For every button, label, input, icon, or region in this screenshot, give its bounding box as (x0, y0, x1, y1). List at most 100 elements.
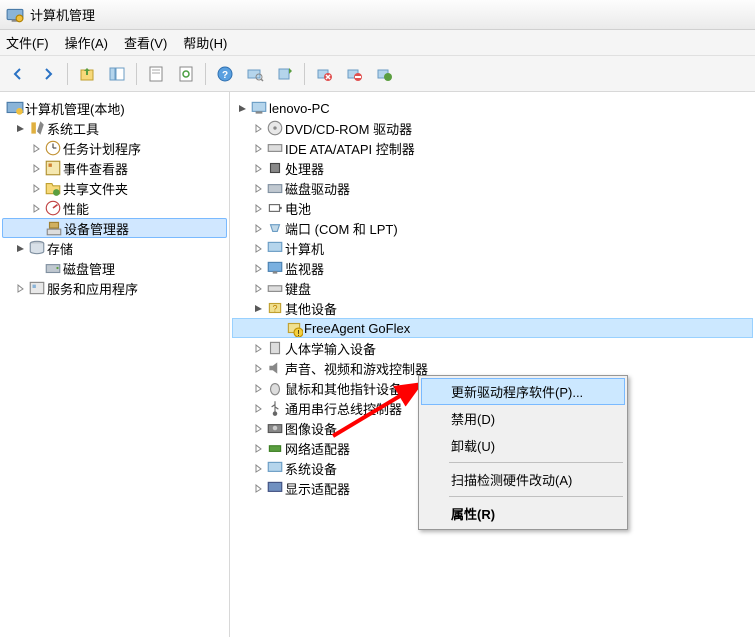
expand-icon[interactable] (252, 362, 264, 374)
right-batteries[interactable]: 电池 (232, 198, 753, 218)
expand-icon[interactable] (30, 162, 42, 174)
keyboard-icon (266, 279, 284, 297)
properties-button[interactable] (142, 60, 170, 88)
left-shared-folders[interactable]: 共享文件夹 (2, 178, 227, 198)
ctx-properties[interactable]: 属性(R) (421, 500, 625, 527)
right-root[interactable]: lenovo-PC (232, 98, 753, 118)
other-device-icon: ? (266, 299, 284, 317)
expand-icon[interactable] (30, 202, 42, 214)
computer-icon (266, 239, 284, 257)
enable-button[interactable] (370, 60, 398, 88)
left-event-viewer[interactable]: 事件查看器 (2, 158, 227, 178)
collapse-icon[interactable] (252, 302, 264, 314)
menu-file[interactable]: 文件(F) (6, 33, 49, 52)
right-monitors[interactable]: 监视器 (232, 258, 753, 278)
collapse-icon[interactable] (14, 122, 26, 134)
right-root-label: lenovo-PC (269, 101, 330, 116)
uninstall-button[interactable] (310, 60, 338, 88)
expand-icon[interactable] (252, 242, 264, 254)
network-icon (266, 439, 284, 457)
expand-icon[interactable] (252, 442, 264, 454)
left-device-manager[interactable]: 设备管理器 (2, 218, 227, 238)
expand-icon[interactable] (252, 422, 264, 434)
collapse-icon[interactable] (236, 102, 248, 114)
ctx-scan[interactable]: 扫描检测硬件改动(A) (421, 466, 625, 493)
camera-icon (266, 419, 284, 437)
right-ide[interactable]: IDE ATA/ATAPI 控制器 (232, 138, 753, 158)
toolbar-separator (67, 63, 68, 85)
expand-icon[interactable] (252, 402, 264, 414)
window-title: 计算机管理 (30, 5, 95, 24)
unknown-device-icon: ! (285, 319, 303, 337)
expand-icon[interactable] (252, 142, 264, 154)
device-manager-label: 设备管理器 (64, 219, 129, 238)
device-manager-icon (45, 219, 63, 237)
expand-icon[interactable] (252, 262, 264, 274)
expand-icon[interactable] (252, 282, 264, 294)
right-tree-pane[interactable]: lenovo-PC DVD/CD-ROM 驱动器 IDE ATA/ATAPI 控… (230, 92, 755, 637)
menu-view[interactable]: 查看(V) (124, 33, 167, 52)
expand-icon[interactable] (252, 162, 264, 174)
left-system-tools[interactable]: 系统工具 (2, 118, 227, 138)
title-bar: 计算机管理 (0, 0, 755, 30)
ctx-disable[interactable]: 禁用(D) (421, 405, 625, 432)
left-storage[interactable]: 存储 (2, 238, 227, 258)
performance-icon (44, 199, 62, 217)
shared-folders-label: 共享文件夹 (63, 179, 128, 198)
expand-icon[interactable] (14, 282, 26, 294)
help-button[interactable]: ? (211, 60, 239, 88)
collapse-icon[interactable] (14, 242, 26, 254)
ctx-uninstall[interactable]: 卸载(U) (421, 432, 625, 459)
right-disk-drives[interactable]: 磁盘驱动器 (232, 178, 753, 198)
event-viewer-label: 事件查看器 (63, 159, 128, 178)
left-performance[interactable]: 性能 (2, 198, 227, 218)
expand-icon[interactable] (30, 142, 42, 154)
right-processors[interactable]: 处理器 (232, 158, 753, 178)
expand-icon[interactable] (252, 222, 264, 234)
dvd-icon (266, 119, 284, 137)
refresh-button[interactable] (172, 60, 200, 88)
menu-action[interactable]: 操作(A) (65, 33, 108, 52)
expand-icon[interactable] (252, 182, 264, 194)
left-root-label: 计算机管理(本地) (25, 99, 125, 118)
left-task-scheduler[interactable]: 任务计划程序 (2, 138, 227, 158)
sound-icon (266, 359, 284, 377)
svg-text:?: ? (222, 70, 228, 81)
expand-icon[interactable] (30, 182, 42, 194)
left-tree-pane[interactable]: 计算机管理(本地) 系统工具 任务计划程序 事件查看器 共享文件夹 (0, 92, 230, 637)
expand-icon[interactable] (252, 462, 264, 474)
right-keyboards[interactable]: 键盘 (232, 278, 753, 298)
forward-button[interactable] (34, 60, 62, 88)
left-disk-management[interactable]: 磁盘管理 (2, 258, 227, 278)
disk-icon (44, 259, 62, 277)
right-freeagent[interactable]: !FreeAgent GoFlex (232, 318, 753, 338)
right-ports[interactable]: 端口 (COM 和 LPT) (232, 218, 753, 238)
toolbar-separator (205, 63, 206, 85)
tools-icon (28, 119, 46, 137)
right-computer[interactable]: 计算机 (232, 238, 753, 258)
expand-icon[interactable] (252, 382, 264, 394)
right-dvd[interactable]: DVD/CD-ROM 驱动器 (232, 118, 753, 138)
show-hide-tree-button[interactable] (103, 60, 131, 88)
scan-button[interactable] (241, 60, 269, 88)
update-driver-button[interactable] (271, 60, 299, 88)
back-button[interactable] (4, 60, 32, 88)
up-button[interactable] (73, 60, 101, 88)
storage-label: 存储 (47, 239, 73, 258)
task-scheduler-label: 任务计划程序 (63, 139, 141, 158)
ctx-update-driver[interactable]: 更新驱动程序软件(P)... (421, 378, 625, 405)
expand-icon[interactable] (252, 342, 264, 354)
expand-icon[interactable] (252, 122, 264, 134)
left-services-apps[interactable]: 服务和应用程序 (2, 278, 227, 298)
disable-button[interactable] (340, 60, 368, 88)
expand-icon[interactable] (252, 202, 264, 214)
port-icon (266, 219, 284, 237)
expand-icon[interactable] (252, 482, 264, 494)
mouse-icon (266, 379, 284, 397)
menu-help[interactable]: 帮助(H) (183, 33, 227, 52)
right-hid[interactable]: 人体学输入设备 (232, 338, 753, 358)
right-other-devices[interactable]: ?其他设备 (232, 298, 753, 318)
left-root[interactable]: 计算机管理(本地) (2, 98, 227, 118)
toolbar: ? (0, 56, 755, 92)
context-menu: 更新驱动程序软件(P)... 禁用(D) 卸载(U) 扫描检测硬件改动(A) 属… (418, 375, 628, 530)
